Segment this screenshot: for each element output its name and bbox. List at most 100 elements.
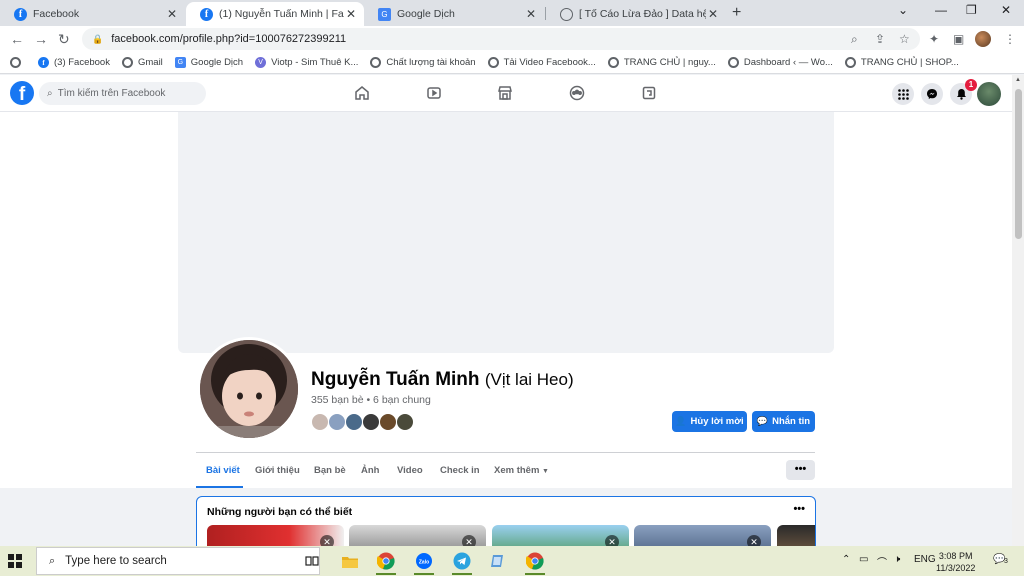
more-options-icon[interactable]: ••• (793, 503, 805, 515)
telegram-icon[interactable] (452, 551, 472, 575)
tab-google-translate[interactable]: G Google Dịch ✕ (364, 2, 544, 26)
page-scrollbar[interactable]: ▲ (1012, 75, 1024, 546)
friend-avatar[interactable] (379, 413, 397, 431)
network-icon[interactable]: ⌒ (877, 554, 887, 569)
lock-icon[interactable]: 🔒 (92, 34, 103, 45)
cancel-friend-request-button[interactable]: 👤 Hủy lời mời (672, 411, 747, 432)
bookmark-facebook[interactable]: f (3) Facebook (38, 57, 110, 68)
facebook-header: f ⌕ (0, 75, 1012, 112)
globe-icon (487, 57, 499, 68)
task-view-icon[interactable] (302, 551, 322, 571)
notepad-icon[interactable] (488, 551, 508, 571)
message-button[interactable]: 💬 Nhắn tin (752, 411, 815, 432)
bookmark-globe[interactable] (10, 57, 26, 68)
facebook-search-input[interactable] (57, 88, 198, 99)
side-panel-icon[interactable]: ▣ (953, 32, 964, 46)
tab-facebook[interactable]: f Facebook ✕ (0, 2, 185, 26)
bookmark-label: Google Dịch (190, 57, 244, 68)
viotp-icon: V (255, 57, 267, 68)
profile-more-options-button[interactable]: ••• (786, 460, 815, 480)
bookmark-label: Gmail (137, 57, 163, 68)
close-tab-icon[interactable]: ✕ (344, 7, 358, 21)
show-hidden-icons-icon[interactable]: ⌃ (842, 554, 850, 565)
address-bar[interactable]: 🔒 facebook.com/profile.php?id=1000762723… (82, 28, 920, 50)
marketplace-icon[interactable] (496, 84, 514, 102)
zalo-icon[interactable]: Zalo (414, 551, 434, 575)
bookmarks-bar: f (3) Facebook Gmail G Google Dịch V Viotp … (0, 52, 1024, 74)
watch-icon[interactable] (425, 84, 443, 102)
friend-avatar[interactable] (345, 413, 363, 431)
friend-count[interactable]: 355 bạn bè • 6 bạn chung (311, 394, 431, 406)
google-translate-icon: G (378, 7, 391, 21)
bookmark-home-page[interactable]: TRANG CHỦ | nguy... (607, 57, 716, 68)
zoom-icon[interactable]: ⌕ (851, 32, 858, 47)
browser-profile-avatar[interactable] (975, 31, 991, 47)
messenger-icon[interactable] (921, 83, 943, 105)
home-icon[interactable] (353, 84, 371, 102)
tab-videos[interactable]: Video (397, 465, 423, 476)
groups-icon[interactable] (568, 84, 586, 102)
browser-menu-icon[interactable]: ⋮ (1004, 32, 1016, 46)
friend-avatar[interactable] (328, 413, 346, 431)
bookmark-shop[interactable]: TRANG CHỦ | SHOP... (844, 57, 959, 68)
chrome-profile-icon[interactable] (525, 551, 545, 575)
people-you-may-know-title: Những người bạn có thể biết (207, 506, 353, 518)
chrome-icon[interactable] (376, 551, 396, 575)
tab-photos[interactable]: Ảnh (361, 465, 379, 476)
tab-friends[interactable]: Bạn bè (314, 465, 346, 476)
account-avatar[interactable] (977, 82, 1001, 106)
reload-icon[interactable]: ↻ (58, 31, 70, 48)
scrollbar-thumb[interactable] (1015, 89, 1022, 239)
tab-profile-active[interactable]: f (1) Nguyễn Tuấn Minh | Faceboo ✕ (186, 2, 364, 26)
notification-badge: 1 (965, 79, 977, 91)
profile-picture[interactable] (200, 340, 298, 438)
facebook-search[interactable]: ⌕ (39, 82, 206, 105)
minimize-icon[interactable]: — (935, 3, 947, 17)
bookmark-gmail[interactable]: Gmail (121, 57, 163, 68)
tab-posts[interactable]: Bài viết (206, 465, 240, 476)
bookmark-viotp[interactable]: V Viotp - Sim Thuê K... (255, 57, 358, 68)
new-tab-icon[interactable]: + (732, 4, 741, 22)
profile-nickname: (Vịt lai Heo) (484, 370, 574, 389)
windows-start-icon[interactable] (8, 554, 22, 568)
close-tab-icon[interactable]: ✕ (165, 7, 179, 21)
close-tab-icon[interactable]: ✕ (524, 7, 538, 21)
battery-icon[interactable]: ▭ (859, 554, 868, 565)
file-explorer-icon[interactable] (340, 551, 360, 571)
taskbar-search[interactable]: ⌕ (36, 547, 320, 575)
system-clock[interactable]: 3:08 PM 11/3/2022 (936, 550, 975, 574)
scroll-up-icon[interactable]: ▲ (1015, 77, 1021, 83)
cover-photo[interactable] (178, 112, 834, 353)
bookmark-star-icon[interactable]: ☆ (899, 32, 910, 46)
facebook-logo[interactable]: f (10, 81, 34, 105)
back-icon[interactable]: ← (10, 31, 24, 47)
gaming-icon[interactable] (640, 84, 658, 102)
tab-more[interactable]: Xem thêm ▼ (494, 465, 549, 476)
tab-title: (1) Nguyễn Tuấn Minh | Faceboo (219, 8, 344, 20)
tab-title: Facebook (33, 8, 80, 20)
friend-avatar[interactable] (362, 413, 380, 431)
close-window-icon[interactable]: ✕ (1001, 3, 1011, 17)
forward-icon[interactable]: → (34, 31, 48, 47)
bookmark-dashboard[interactable]: Dashboard ‹ — Wo... (727, 57, 833, 68)
tab-check-ins[interactable]: Check in (440, 465, 480, 476)
bookmark-account-quality[interactable]: Chất lượng tài khoản (370, 57, 476, 68)
input-language[interactable]: ENG (914, 554, 936, 565)
taskbar-search-input[interactable] (65, 555, 306, 567)
tab-about[interactable]: Giới thiệu (255, 465, 300, 476)
restore-icon[interactable]: ❐ (966, 3, 977, 17)
close-tab-icon[interactable]: ✕ (706, 7, 720, 21)
friend-avatar[interactable] (311, 413, 329, 431)
tab-scam-report[interactable]: [ Tố Cáo Lừa Đảo ] Data hệ thống ✕ (546, 2, 726, 26)
friend-avatar[interactable] (396, 413, 414, 431)
volume-icon[interactable]: 🕨 (894, 554, 900, 565)
chevron-down-icon[interactable]: ⌄ (898, 3, 908, 17)
bookmark-google-translate[interactable]: G Google Dịch (174, 57, 244, 68)
share-icon[interactable]: ⇪ (875, 32, 885, 46)
clock-time: 3:08 PM (938, 551, 973, 561)
extensions-icon[interactable]: ✦ (929, 32, 939, 46)
menu-grid-icon[interactable] (892, 83, 914, 105)
tabs-divider (196, 452, 815, 453)
bookmark-video-download[interactable]: Tải Video Facebook... (487, 57, 596, 68)
url-text: facebook.com/profile.php?id=100076272399… (111, 33, 347, 45)
